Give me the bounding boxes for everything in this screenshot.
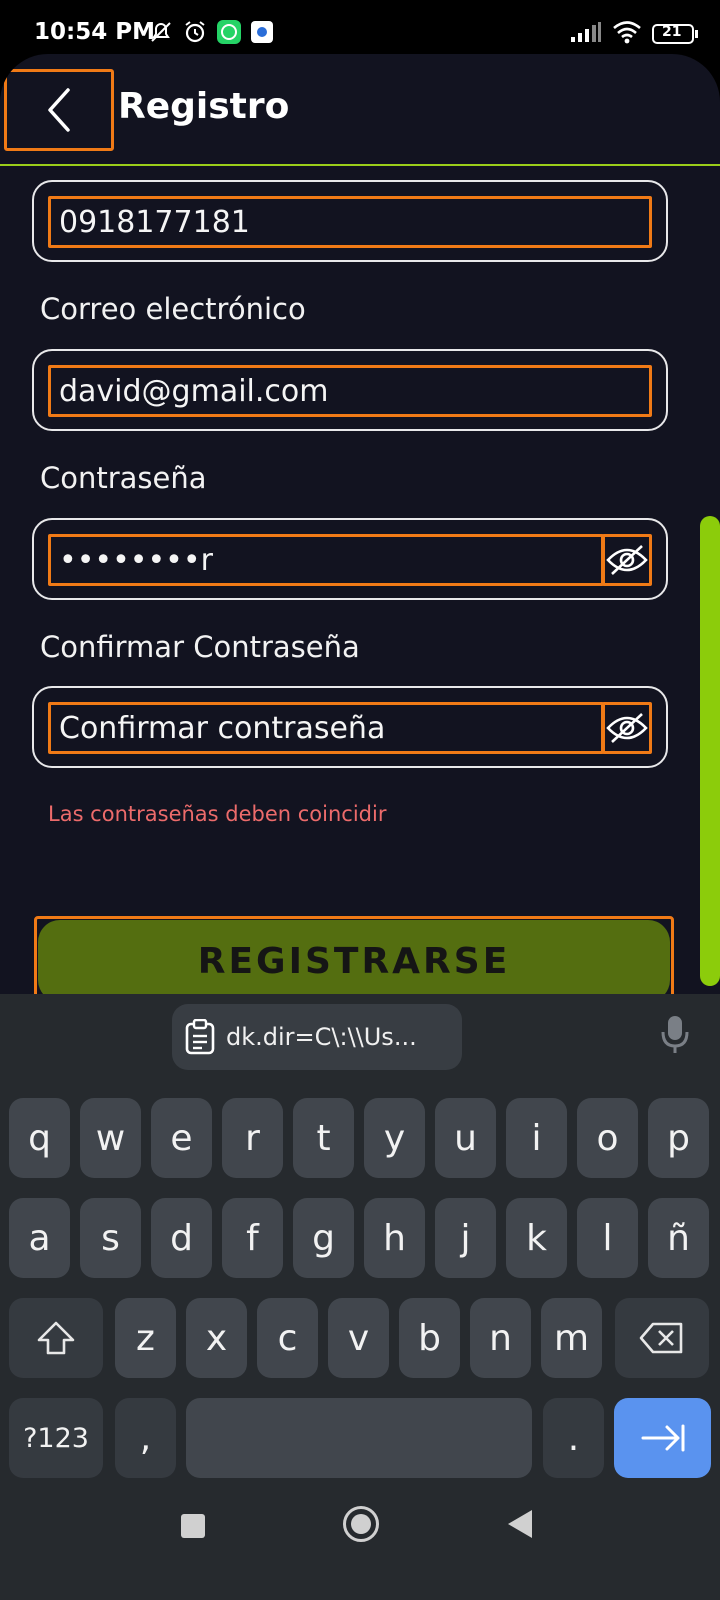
key-o[interactable]: o <box>577 1098 638 1178</box>
confirm-password-label: Confirmar Contraseña <box>40 630 360 664</box>
eye-off-icon <box>606 713 648 743</box>
key-enye[interactable]: ñ <box>648 1198 709 1278</box>
scrollbar[interactable] <box>700 516 720 986</box>
back-nav-button[interactable] <box>508 1510 532 1538</box>
confirm-password-visibility-toggle[interactable] <box>602 702 652 754</box>
status-time: 10:54 PM <box>34 19 155 45</box>
comma-key[interactable]: , <box>115 1398 176 1478</box>
key-a[interactable]: a <box>9 1198 70 1278</box>
clipboard-text: dk.dir=C\:\\Us... <box>226 1023 417 1051</box>
key-k[interactable]: k <box>506 1198 567 1278</box>
password-label: Contraseña <box>40 461 207 495</box>
battery-icon: 21 <box>652 23 700 45</box>
status-bar: 10:54 PM 21 <box>0 0 720 60</box>
top-app-bar: Registro <box>0 54 720 166</box>
back-button[interactable] <box>4 69 114 151</box>
clipboard-icon <box>185 1019 215 1055</box>
key-n[interactable]: n <box>470 1298 531 1378</box>
key-h[interactable]: h <box>364 1198 425 1278</box>
battery-level: 21 <box>662 24 682 40</box>
password-visibility-toggle[interactable] <box>602 534 652 586</box>
key-j[interactable]: j <box>435 1198 496 1278</box>
symbols-key[interactable]: ?123 <box>9 1398 103 1478</box>
key-x[interactable]: x <box>186 1298 247 1378</box>
alarm-icon <box>182 19 208 49</box>
key-f[interactable]: f <box>222 1198 283 1278</box>
key-b[interactable]: b <box>399 1298 460 1378</box>
home-button[interactable] <box>343 1506 379 1542</box>
shift-icon <box>37 1321 75 1355</box>
backspace-icon <box>639 1322 683 1354</box>
email-input[interactable]: david@gmail.com <box>48 365 652 417</box>
key-v[interactable]: v <box>328 1298 389 1378</box>
wifi-icon <box>612 20 642 48</box>
tab-next-icon <box>641 1424 684 1452</box>
key-i[interactable]: i <box>506 1098 567 1178</box>
signal-icon <box>570 21 602 47</box>
key-q[interactable]: q <box>9 1098 70 1178</box>
enter-key[interactable] <box>614 1398 711 1478</box>
notification-icons <box>148 19 274 49</box>
page-title: Registro <box>118 86 290 127</box>
mute-icon <box>148 19 174 49</box>
email-label: Correo electrónico <box>40 292 306 326</box>
clipboard-suggestion[interactable]: dk.dir=C\:\\Us... <box>172 1004 462 1070</box>
key-y[interactable]: y <box>364 1098 425 1178</box>
whatsapp-icon <box>216 19 242 49</box>
key-w[interactable]: w <box>80 1098 141 1178</box>
key-s[interactable]: s <box>80 1198 141 1278</box>
eye-off-icon <box>606 545 648 575</box>
key-m[interactable]: m <box>541 1298 602 1378</box>
confirm-password-input[interactable]: Confirmar contraseña <box>48 702 604 754</box>
phone-input[interactable]: 0918177181 <box>48 196 652 248</box>
backspace-key[interactable] <box>615 1298 709 1378</box>
space-key[interactable] <box>186 1398 532 1478</box>
key-g[interactable]: g <box>293 1198 354 1278</box>
key-t[interactable]: t <box>293 1098 354 1178</box>
home-button-dot <box>351 1514 371 1534</box>
register-button[interactable]: REGISTRARSE <box>38 920 670 994</box>
system-icons: 21 <box>570 20 700 48</box>
key-u[interactable]: u <box>435 1098 496 1178</box>
period-key[interactable]: . <box>543 1398 604 1478</box>
app-notification-icon <box>250 20 274 48</box>
system-nav-bar <box>0 1490 720 1600</box>
key-e[interactable]: e <box>151 1098 212 1178</box>
key-r[interactable]: r <box>222 1098 283 1178</box>
register-screen: Registro 0918177181 Correo electrónico d… <box>0 54 720 994</box>
key-l[interactable]: l <box>577 1198 638 1278</box>
recents-button[interactable] <box>181 1514 205 1538</box>
key-z[interactable]: z <box>115 1298 176 1378</box>
shift-key[interactable] <box>9 1298 103 1378</box>
key-c[interactable]: c <box>257 1298 318 1378</box>
mic-icon[interactable] <box>660 1014 690 1058</box>
password-mismatch-error: Las contraseñas deben coincidir <box>48 802 387 826</box>
key-d[interactable]: d <box>151 1198 212 1278</box>
password-input[interactable]: ••••••••r <box>48 534 604 586</box>
key-p[interactable]: p <box>648 1098 709 1178</box>
chevron-left-icon <box>48 88 70 132</box>
